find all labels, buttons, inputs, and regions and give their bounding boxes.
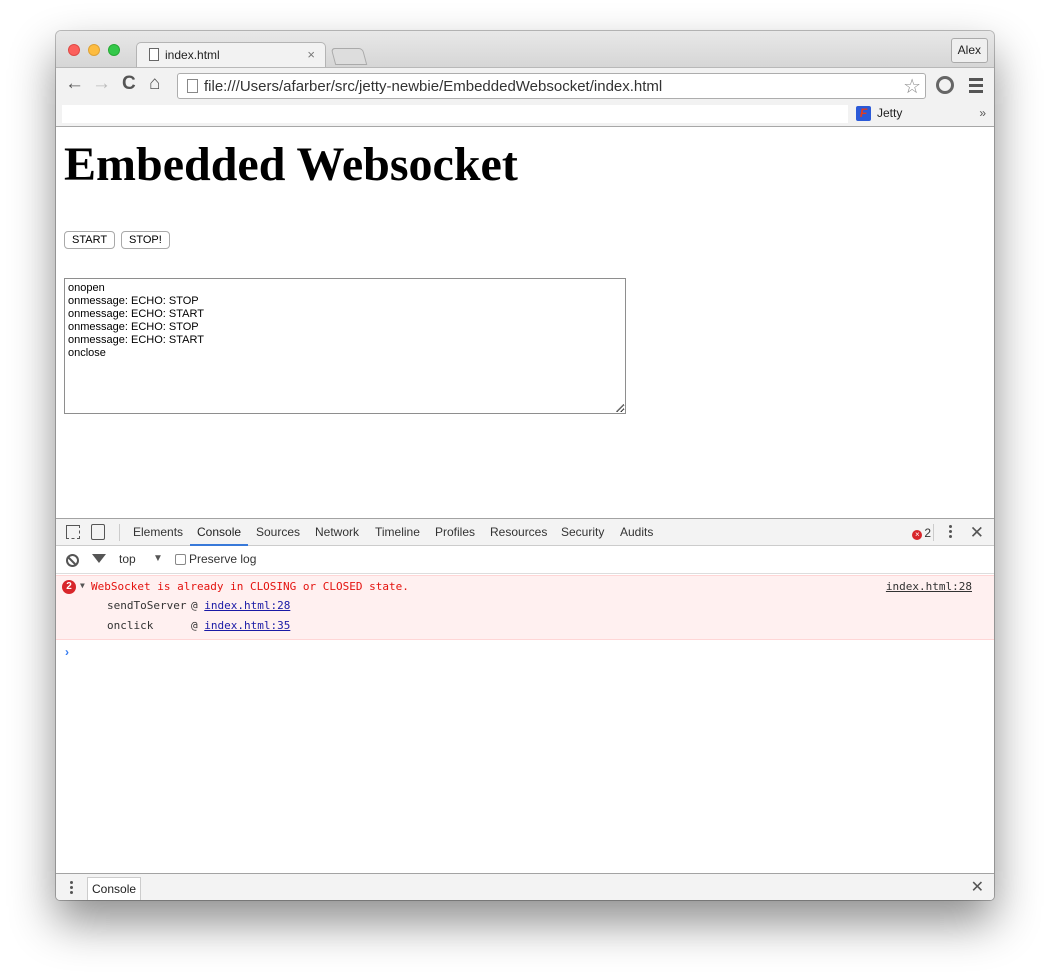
page-icon	[149, 48, 159, 61]
preserve-log-checkbox[interactable]: Preserve log	[175, 552, 256, 566]
close-devtools-icon[interactable]: ✕	[970, 523, 984, 543]
checkbox[interactable]	[175, 554, 186, 565]
tab-resources[interactable]: Resources	[490, 519, 547, 546]
tab-close-icon[interactable]: ×	[307, 47, 315, 62]
drawer-menu-icon[interactable]	[70, 881, 73, 896]
profile-button[interactable]: Alex	[950, 38, 988, 63]
error-count: 2	[924, 526, 931, 540]
start-button[interactable]: START	[64, 231, 116, 249]
reload-icon[interactable]: C	[122, 74, 136, 94]
drawer-tab-console[interactable]: Console	[87, 877, 142, 900]
log-line: onmessage: ECHO: START	[68, 308, 204, 320]
browser-toolbar: ← → C ⌂ file:///Users/afarber/src/jetty-…	[56, 67, 994, 103]
preserve-log-label: Preserve log	[189, 552, 257, 566]
error-icon: ×	[912, 530, 923, 540]
expand-triangle-icon[interactable]: ▼	[80, 581, 85, 590]
stack-function: onclick	[107, 619, 154, 632]
filter-icon[interactable]	[92, 554, 106, 563]
url-text[interactable]: file:///Users/afarber/src/jetty-newbie/E…	[204, 78, 662, 95]
clear-console-icon[interactable]	[66, 554, 79, 567]
stack-at: @	[191, 599, 198, 612]
browser-tab[interactable]: index.html ×	[136, 42, 326, 68]
context-selector[interactable]: top	[119, 552, 136, 566]
devtools-drawer: Console ✕	[56, 873, 994, 900]
page-icon	[187, 79, 198, 93]
jetty-logo-icon: F	[856, 106, 871, 121]
log-line: onmessage: ECHO: STOP	[68, 295, 199, 307]
stop-button[interactable]: STOP!	[121, 231, 170, 249]
divider	[119, 524, 120, 541]
device-mode-icon[interactable]	[91, 524, 105, 540]
tab-timeline[interactable]: Timeline	[375, 519, 420, 546]
devtools-panel: Elements Console Sources Network Timelin…	[56, 518, 994, 900]
zoom-window-button[interactable]	[108, 44, 120, 56]
log-line: onmessage: ECHO: START	[68, 334, 204, 346]
page-content: Embedded Websocket START STOP! onopen on…	[56, 127, 994, 518]
tab-console[interactable]: Console	[190, 519, 249, 546]
stack-link[interactable]: index.html:28	[204, 599, 290, 612]
stack-frame: sendToServer @ index.html:28	[107, 599, 290, 612]
error-counter[interactable]: × 2	[912, 526, 931, 540]
error-source-link[interactable]: index.html:28	[886, 580, 972, 593]
resize-handle-icon[interactable]	[616, 404, 624, 412]
bookmarks-overflow-icon[interactable]: »	[979, 106, 986, 120]
tab-network[interactable]: Network	[315, 519, 359, 546]
inspect-element-icon[interactable]	[66, 525, 80, 539]
console-prompt-icon[interactable]: ›	[65, 645, 69, 659]
tab-sources[interactable]: Sources	[256, 519, 300, 546]
log-line: onclose	[68, 347, 106, 359]
log-line: onopen	[68, 282, 105, 294]
tab-elements[interactable]: Elements	[133, 519, 183, 546]
tab-profiles[interactable]: Profiles	[435, 519, 475, 546]
forward-arrow-icon[interactable]: →	[92, 74, 111, 94]
repeat-count-badge: 2	[62, 580, 76, 594]
minimize-window-button[interactable]	[88, 44, 100, 56]
log-textarea[interactable]: onopen onmessage: ECHO: STOP onmessage: …	[64, 278, 626, 414]
divider	[933, 524, 934, 541]
close-window-button[interactable]	[68, 44, 80, 56]
bookmark-star-icon[interactable]: ☆	[903, 74, 921, 99]
devtools-tabbar: Elements Console Sources Network Timelin…	[56, 519, 994, 546]
tab-strip: index.html × Alex	[56, 31, 994, 68]
stack-at: @	[191, 619, 198, 632]
stack-link[interactable]: index.html:35	[204, 619, 290, 632]
hamburger-menu-icon[interactable]	[969, 78, 983, 96]
browser-window: index.html × Alex ← → C ⌂ file:///Users/…	[56, 31, 994, 900]
chevron-down-icon[interactable]: ▼	[153, 553, 163, 564]
bookmarks-bar: F Jetty »	[56, 103, 994, 127]
console-toolbar: top ▼ Preserve log	[56, 546, 994, 574]
tab-security[interactable]: Security	[561, 519, 604, 546]
page-title: Embedded Websocket	[64, 138, 518, 191]
log-line: onmessage: ECHO: STOP	[68, 321, 199, 333]
stack-frame: onclick @ index.html:35	[107, 619, 290, 632]
back-arrow-icon[interactable]: ←	[65, 74, 84, 94]
close-drawer-icon[interactable]: ✕	[971, 877, 984, 897]
address-bar[interactable]: file:///Users/afarber/src/jetty-newbie/E…	[177, 73, 926, 99]
stack-function: sendToServer	[107, 599, 187, 612]
more-options-icon[interactable]	[949, 525, 953, 540]
error-text: WebSocket is already in CLOSING or CLOSE…	[91, 580, 409, 593]
tab-title: index.html	[165, 48, 220, 62]
bookmark-label: Jetty	[877, 106, 903, 120]
bookmarks-redacted	[62, 105, 848, 123]
tab-audits[interactable]: Audits	[620, 519, 653, 546]
home-icon[interactable]: ⌂	[149, 74, 160, 94]
console-error-message[interactable]: 2 ▼ WebSocket is already in CLOSING or C…	[56, 575, 994, 640]
extension-icon[interactable]	[936, 76, 954, 94]
new-tab-button[interactable]	[330, 48, 368, 65]
